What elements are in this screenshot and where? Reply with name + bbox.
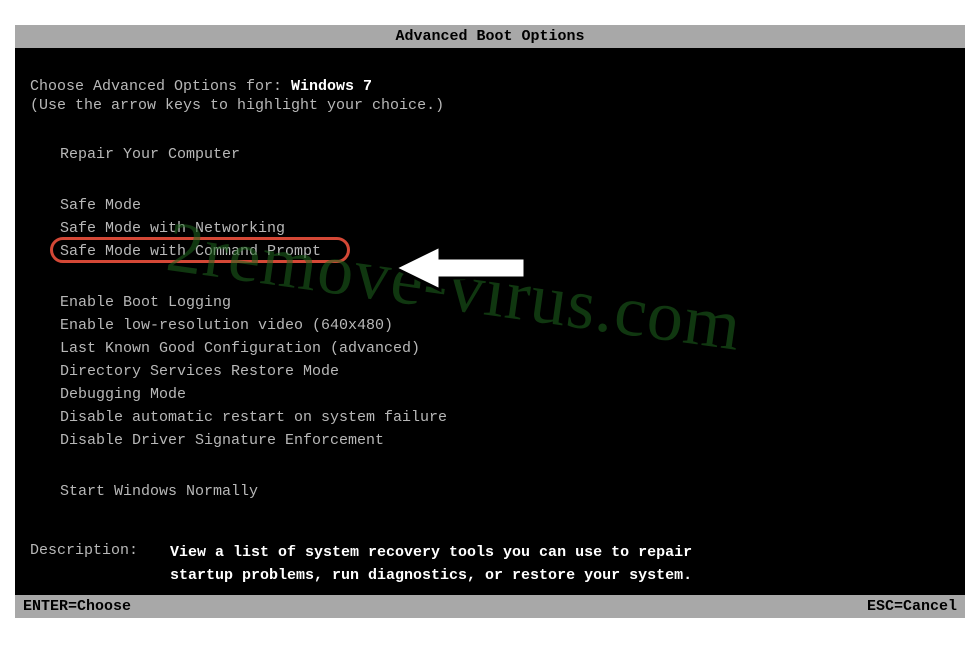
menu-item-safe-mode-networking[interactable]: Safe Mode with Networking	[60, 218, 950, 239]
intro-prefix: Choose Advanced Options for:	[30, 78, 291, 95]
description-section: Description: View a list of system recov…	[30, 542, 950, 587]
menu-item-safe-mode-cmd[interactable]: Safe Mode with Command Prompt	[60, 241, 950, 262]
intro-line: Choose Advanced Options for: Windows 7	[30, 78, 950, 95]
description-text: View a list of system recovery tools you…	[170, 542, 692, 587]
description-label: Description:	[30, 542, 170, 587]
menu-item-repair[interactable]: Repair Your Computer	[60, 144, 950, 165]
menu-item-debugging[interactable]: Debugging Mode	[60, 384, 950, 405]
boot-screen: Advanced Boot Options Choose Advanced Op…	[15, 25, 965, 618]
boot-menu[interactable]: Repair Your Computer Safe Mode Safe Mode…	[30, 144, 950, 502]
footer-enter: ENTER=Choose	[23, 598, 131, 615]
arrow-keys-hint: (Use the arrow keys to highlight your ch…	[30, 97, 950, 114]
menu-item-start-normally[interactable]: Start Windows Normally	[60, 481, 950, 502]
menu-item-boot-logging[interactable]: Enable Boot Logging	[60, 292, 950, 313]
title-bar: Advanced Boot Options	[15, 25, 965, 48]
menu-item-label: Safe Mode with Command Prompt	[60, 243, 321, 260]
screen-title: Advanced Boot Options	[395, 28, 584, 45]
menu-item-disable-restart[interactable]: Disable automatic restart on system fail…	[60, 407, 950, 428]
content-area: Choose Advanced Options for: Windows 7 (…	[15, 48, 965, 587]
menu-item-safe-mode[interactable]: Safe Mode	[60, 195, 950, 216]
footer-bar: ENTER=Choose ESC=Cancel	[15, 595, 965, 618]
footer-esc: ESC=Cancel	[867, 598, 957, 615]
description-line-2: startup problems, run diagnostics, or re…	[170, 565, 692, 588]
description-line-1: View a list of system recovery tools you…	[170, 542, 692, 565]
menu-item-last-known-good[interactable]: Last Known Good Configuration (advanced)	[60, 338, 950, 359]
menu-item-disable-driver-sig[interactable]: Disable Driver Signature Enforcement	[60, 430, 950, 451]
os-name: Windows 7	[291, 78, 372, 95]
menu-item-low-res[interactable]: Enable low-resolution video (640x480)	[60, 315, 950, 336]
menu-item-ds-restore[interactable]: Directory Services Restore Mode	[60, 361, 950, 382]
